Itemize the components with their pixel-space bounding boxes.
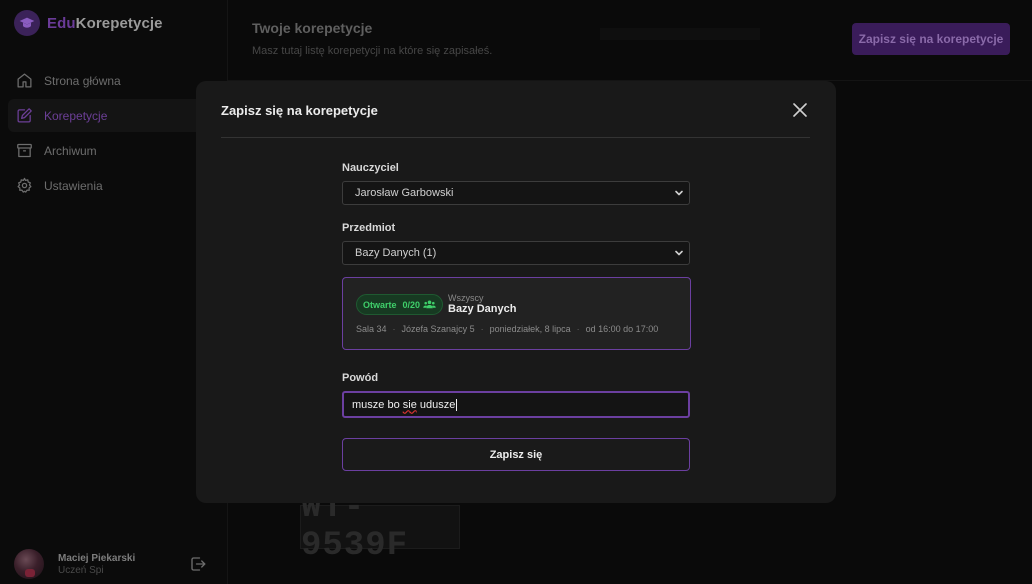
teacher-label: Nauczyciel [342, 162, 399, 174]
lesson-room: Sala 34 [356, 324, 387, 334]
home-icon [17, 73, 32, 88]
reason-text-end: udusze [416, 398, 456, 411]
sidebar-item-settings[interactable]: Ustawienia [8, 169, 220, 202]
close-icon[interactable] [790, 100, 810, 120]
text-caret [456, 398, 458, 411]
status-badge: Otwarte 0/20 [356, 294, 444, 315]
enroll-button[interactable]: Zapisz się na korepetycje [852, 23, 1010, 55]
enroll-modal: Zapisz się na korepetycje Nauczyciel Jar… [196, 81, 836, 503]
sidebar-item-label: Archiwum [44, 143, 97, 158]
user-name: Maciej Piekarski [58, 552, 136, 564]
app-logo[interactable]: EduKorepetycje [14, 10, 163, 36]
sidebar-item-label: Ustawienia [44, 178, 103, 193]
submit-button[interactable]: Zapisz się [342, 438, 690, 471]
logout-icon[interactable] [189, 555, 207, 573]
subject-select[interactable]: Bazy Danych (1) [342, 241, 690, 265]
background-plate: WT-9539F [300, 489, 460, 565]
sidebar-nav: Strona główna Korepetycje Archiwum Ustaw… [8, 64, 220, 204]
archive-icon [17, 143, 32, 158]
edit-icon [17, 108, 32, 123]
page-subtitle: Masz tutaj listę korepetycji na które si… [252, 45, 493, 57]
reason-text-misspelled: sie [402, 398, 417, 411]
capacity-text: 0/20 [402, 299, 421, 310]
status-text: Otwarte [363, 299, 397, 310]
modal-divider [221, 137, 810, 138]
sidebar-item-label: Korepetycje [44, 108, 108, 123]
lesson-details: Sala 34 · Józefa Szanajcy 5 · poniedział… [356, 324, 659, 334]
modal-title: Zapisz się na korepetycje [221, 103, 378, 118]
chevron-down-icon [675, 190, 683, 196]
page-title: Twoje korepetycje [252, 20, 373, 36]
users-icon [423, 300, 436, 309]
avatar [14, 549, 44, 579]
graduation-cap-icon [14, 10, 40, 36]
subject-select-value: Bazy Danych (1) [355, 247, 437, 259]
lesson-card[interactable]: Otwarte 0/20 Wszyscy Bazy Danych Sala 34… [342, 277, 691, 350]
teacher-select[interactable]: Jarosław Garbowski [342, 181, 690, 205]
teacher-select-value: Jarosław Garbowski [355, 187, 454, 199]
app-name: EduKorepetycje [47, 14, 163, 32]
user-info: Maciej Piekarski Uczeń Spi [58, 553, 135, 576]
sidebar: EduKorepetycje Strona główna Korepetycje… [0, 0, 228, 584]
gear-icon [17, 177, 32, 193]
background-decoration [600, 28, 760, 40]
lesson-address: Józefa Szanajcy 5 [401, 324, 475, 334]
sidebar-item-archive[interactable]: Archiwum [8, 134, 220, 167]
reason-text-start: musze bo [352, 398, 403, 411]
lesson-date: poniedziałek, 8 lipca [489, 324, 571, 334]
sidebar-item-label: Strona główna [44, 73, 121, 88]
sidebar-item-tutoring[interactable]: Korepetycje [8, 99, 220, 132]
user-profile[interactable]: Maciej Piekarski Uczeń Spi [14, 549, 135, 579]
subject-label: Przedmiot [342, 222, 396, 234]
reason-input[interactable]: musze bo sie udusze [342, 391, 690, 418]
sidebar-item-home[interactable]: Strona główna [8, 64, 220, 97]
user-role: Uczeń Spi [58, 564, 104, 576]
lesson-time: od 16:00 do 17:00 [585, 324, 659, 334]
chevron-down-icon [675, 250, 683, 256]
reason-label: Powód [342, 372, 379, 384]
lesson-group: Wszyscy [448, 293, 484, 303]
lesson-subject: Bazy Danych [448, 303, 517, 315]
